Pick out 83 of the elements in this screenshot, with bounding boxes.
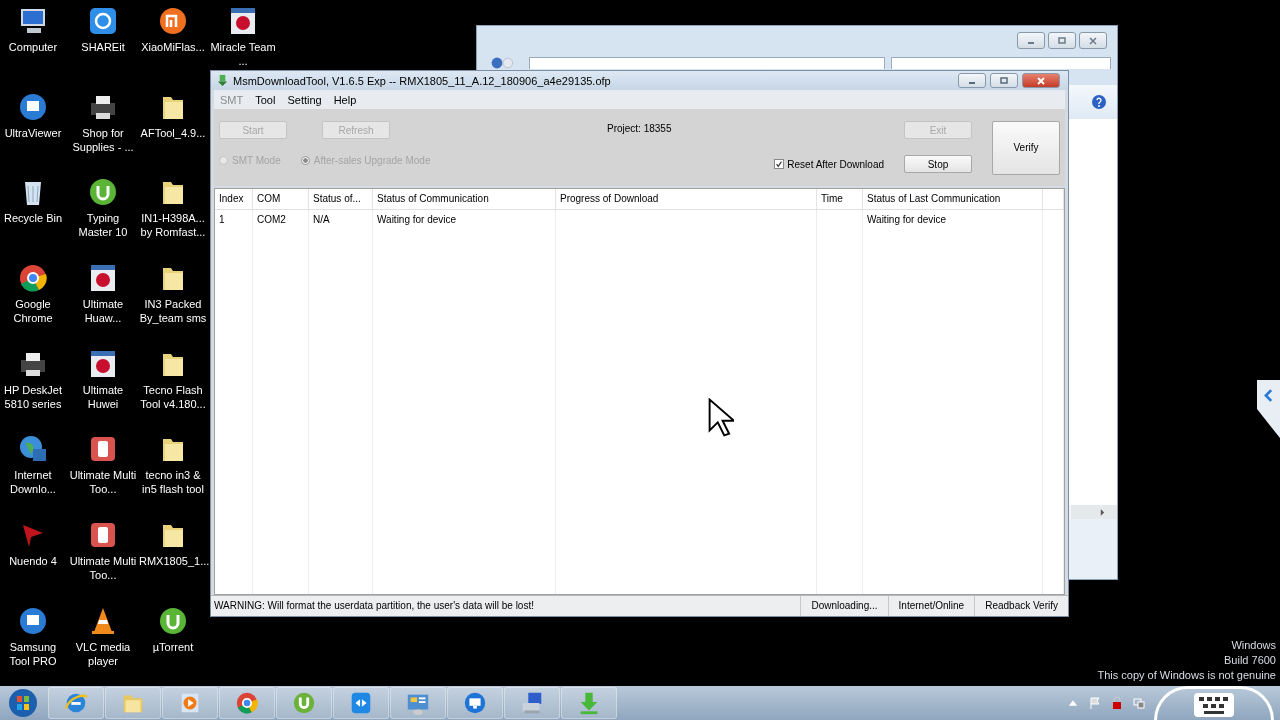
status-bar-text: Internet/Online	[887, 596, 975, 616]
torrent-icon[interactable]	[291, 690, 317, 716]
column-header[interactable]: Progress of Download	[556, 189, 817, 209]
desktop-icon-label: tecno in3 & in5 flash tool	[141, 468, 205, 497]
maximize-icon	[999, 75, 1009, 86]
status-bar-text: Downloading...	[800, 596, 888, 616]
stop-button[interactable]: Stop	[904, 155, 972, 173]
desktop-icon-label: Google Chrome	[12, 297, 54, 326]
desktop-icon-label: IN1-H398A... by Romfast...	[139, 211, 207, 240]
side-panel-tab[interactable]	[1257, 380, 1280, 438]
desktop-icon-label: µTorrent	[151, 639, 195, 654]
windows-notice-text: Build 7600	[1224, 653, 1276, 668]
desktop-icon-label: RMX1805_1...	[139, 554, 207, 569]
close-button[interactable]	[1022, 73, 1060, 88]
desktop-icon-label: VLC media player	[74, 639, 132, 668]
window-title: MsmDownloadTool, V1.6.5 Exp -- RMX1805_11_A.12_180906_a4e29135.ofp	[233, 74, 611, 87]
horizontal-scrollbar[interactable]	[1071, 505, 1117, 519]
desktop-icon-label: Nuendo 4	[8, 554, 58, 569]
windows-notice-text: Windows	[1231, 638, 1276, 653]
chevron-left-icon	[1264, 388, 1273, 403]
reset-after-download-checkbox[interactable]: Reset After Download	[774, 158, 884, 170]
desktop-icon-label: Internet Downlo...	[9, 468, 57, 497]
project-label: Project: 18355	[607, 123, 672, 136]
menu-item[interactable]: Tool	[249, 93, 282, 106]
maximize-button[interactable]	[1048, 32, 1076, 49]
desktop-icon-label: HP DeskJet 5810 series	[3, 382, 63, 411]
status-bar-text: Readback Verify	[974, 596, 1068, 616]
column-header[interactable]: Status of...	[309, 189, 373, 209]
app-icon	[216, 74, 229, 87]
minimize-icon	[1028, 42, 1034, 44]
help-icon[interactable]	[1091, 94, 1107, 110]
desktop-icon-label: Recycle Bin	[2, 211, 64, 226]
minimize-button[interactable]	[1017, 32, 1045, 49]
desktop-icon-label: XiaoMiFlas...	[140, 40, 206, 54]
chrome-icon[interactable]	[17, 262, 49, 295]
table-cell: COM2	[257, 214, 286, 225]
desktop-icon-label: AFTool_4.9...	[139, 125, 207, 140]
scroll-right-icon[interactable]	[1100, 508, 1105, 516]
desktop-icon-label: Ultimate Multi Too...	[69, 468, 137, 497]
close-icon	[1088, 35, 1098, 46]
column-header[interactable]: COM	[253, 189, 309, 209]
table-cell: Waiting for device	[377, 214, 457, 225]
table-cell: 1	[219, 214, 225, 225]
column-header[interactable]: Status of Communication	[373, 189, 556, 209]
app-icon[interactable]	[157, 5, 189, 37]
app-icon[interactable]	[87, 5, 119, 37]
keyboard-icon	[1194, 692, 1234, 717]
mouse-cursor-icon	[708, 398, 734, 437]
desktop-icon-label: UltraViewer	[3, 125, 63, 140]
desktop-icon-label: IN3 Packed By_team sms	[139, 297, 207, 326]
table-cell: N/A	[313, 214, 330, 225]
monitor-icon[interactable]	[462, 690, 488, 716]
verify-button[interactable]: Verify	[992, 120, 1060, 175]
desktop-icon-label: Shop for Supplies - ...	[71, 125, 135, 154]
desktop-icon-label: Ultimate Multi Too...	[69, 554, 137, 583]
network-icon[interactable]	[1132, 696, 1146, 710]
desktop-icon-label: Samsung Tool PRO	[8, 639, 58, 668]
menu-item[interactable]: Setting	[281, 93, 328, 106]
desktop-icon-label: Miracle Team ...	[209, 40, 277, 68]
table-cell: Waiting for device	[867, 214, 947, 225]
lock-icon[interactable]	[1110, 696, 1124, 710]
column-header[interactable]: Index	[215, 189, 253, 209]
search-field[interactable]	[891, 57, 1111, 69]
desktop-icon-label: Ultimate Huaw...	[81, 297, 125, 326]
status-bar-text: WARNING: Will format the userdata partition, the user's data will be lost!	[213, 599, 535, 613]
windows-notice-text: This copy of Windows is not genuine	[1097, 668, 1276, 683]
close-button[interactable]	[1079, 32, 1107, 49]
start-button[interactable]	[8, 688, 38, 718]
close-icon	[1036, 75, 1046, 86]
desktop-icon-label: Tecno Flash Tool v4.180...	[139, 382, 207, 411]
maximize-icon	[1057, 35, 1067, 46]
column-header[interactable]: Status of Last Communication	[863, 189, 1043, 209]
checkmark-icon	[775, 160, 784, 168]
desktop-icon-label: Ultimate Huwei	[81, 382, 125, 411]
desktop-icon-label: SHAREit	[80, 40, 126, 54]
column-header[interactable]: Time	[817, 189, 863, 209]
minimize-button[interactable]	[958, 73, 986, 88]
keyboard-overlay[interactable]	[1154, 686, 1274, 720]
address-field[interactable]	[529, 57, 885, 69]
desktop-icon-label: Computer	[7, 40, 59, 54]
desktop-icon-label: Typing Master 10	[77, 211, 129, 240]
maximize-button[interactable]	[990, 73, 1018, 88]
menu-item[interactable]: Help	[327, 93, 363, 106]
